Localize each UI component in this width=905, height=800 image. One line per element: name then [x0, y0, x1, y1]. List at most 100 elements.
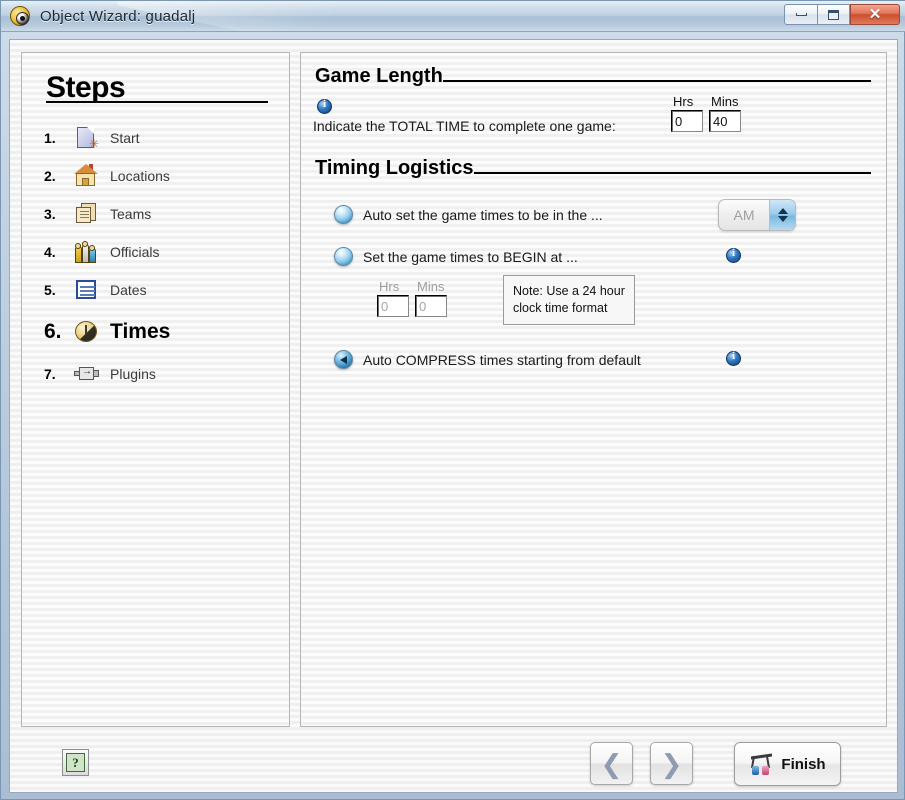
step-number: 1. [44, 130, 56, 146]
client-area: Steps 1. ✳ Start 2. Locations 3. Teams 4… [9, 39, 898, 793]
game-length-hrs-input[interactable] [671, 110, 703, 132]
content-panel: Game Length Indicate the TOTAL TIME to c… [300, 52, 887, 727]
window-title: Object Wizard: guadalj [40, 7, 196, 25]
step-number: 3. [44, 206, 56, 222]
sidebar-item-teams[interactable]: 3. Teams [44, 195, 284, 233]
step-label: Teams [110, 206, 152, 222]
step-number: 6. [44, 320, 62, 343]
radio-autoset-ampm[interactable] [334, 205, 353, 224]
finish-button[interactable]: Finish [734, 742, 841, 786]
game-length-mins-input[interactable] [709, 110, 741, 132]
note-line-2: clock time format [513, 300, 608, 315]
sidebar-item-plugins[interactable]: 7. Plugins [44, 355, 284, 393]
back-button[interactable]: ❮ [590, 742, 633, 785]
steps-panel: Steps 1. ✳ Start 2. Locations 3. Teams 4… [21, 52, 290, 727]
house-icon [72, 163, 102, 189]
timing-logistics-heading: Timing Logistics [315, 157, 474, 179]
note-line-1: Note: Use a 24 hour [513, 284, 625, 298]
app-clock-ball-icon [9, 5, 31, 27]
game-length-heading-row: Game Length [315, 65, 871, 88]
close-icon: ✕ [868, 6, 882, 23]
step-number: 4. [44, 244, 56, 260]
begin-at-mins-input[interactable] [415, 295, 447, 317]
step-number: 2. [44, 168, 56, 184]
info-icon[interactable] [726, 247, 741, 263]
step-number: 5. [44, 282, 56, 298]
info-icon[interactable] [726, 350, 741, 366]
next-button[interactable]: ❯ [650, 742, 693, 785]
game-length-mins-col: Mins [709, 94, 741, 132]
footer-bar: ? ❮ ❯ Finish [21, 737, 887, 791]
step-label: Plugins [110, 366, 156, 382]
panels-container: Steps 1. ✳ Start 2. Locations 3. Teams 4… [21, 52, 887, 727]
sidebar-item-times[interactable]: 6. Times [44, 309, 284, 355]
step-label: Dates [110, 282, 147, 298]
sidebar-item-locations[interactable]: 2. Locations [44, 157, 284, 195]
finish-flag-icon [749, 751, 776, 777]
game-length-description: Indicate the TOTAL TIME to complete one … [313, 118, 616, 134]
title-bar: Object Wizard: guadalj ✕ [1, 1, 905, 32]
game-length-duration-fields: Hrs Mins [671, 94, 741, 132]
option-autoset-ampm-label: Auto set the game times to be in the ... [363, 206, 603, 223]
help-icon: ? [66, 753, 85, 772]
auto-compress-info-icon-wrap [726, 350, 741, 366]
chevron-up-icon [777, 208, 788, 214]
begin-at-time-fields: Hrs Mins [377, 279, 447, 317]
chevron-right-icon: ❯ [660, 748, 683, 779]
help-button[interactable]: ? [62, 749, 89, 776]
chevron-down-icon [777, 216, 788, 222]
section-rule [442, 80, 871, 82]
option-begin-at-label: Set the game times to BEGIN at ... [363, 248, 578, 265]
begin-at-info-icon-wrap [726, 247, 741, 263]
timing-logistics-heading-row: Timing Logistics [315, 157, 871, 180]
option-autoset-ampm-row[interactable]: Auto set the game times to be in the ... [334, 205, 603, 224]
finish-label: Finish [781, 755, 826, 773]
step-label: Start [110, 130, 140, 146]
minimize-button[interactable] [784, 4, 817, 25]
begin-at-hrs-input[interactable] [377, 295, 409, 317]
mins-label: Mins [711, 94, 739, 109]
radio-begin-at[interactable] [334, 247, 353, 266]
plug-icon [72, 361, 102, 387]
sidebar-item-dates[interactable]: 5. Dates [44, 271, 284, 309]
begin-at-mins-col: Mins [415, 279, 447, 317]
sidebar-item-start[interactable]: 1. ✳ Start [44, 119, 284, 157]
close-button[interactable]: ✕ [850, 4, 900, 25]
steps-list: 1. ✳ Start 2. Locations 3. Teams 4. Offi… [44, 119, 284, 393]
option-auto-compress-row[interactable]: Auto COMPRESS times starting from defaul… [334, 350, 641, 369]
option-auto-compress-label: Auto COMPRESS times starting from defaul… [363, 351, 641, 368]
hrs-label: Hrs [673, 94, 694, 109]
steps-heading: Steps [46, 71, 126, 104]
steps-heading-rule [46, 101, 268, 103]
maximize-button[interactable] [817, 4, 850, 25]
mins-label: Mins [417, 279, 445, 294]
calendar-icon [72, 277, 102, 303]
people-icon [72, 239, 102, 265]
ampm-value: AM [733, 207, 755, 223]
maximize-icon [828, 9, 839, 20]
step-label: Officials [110, 244, 160, 260]
cards-icon [72, 201, 102, 227]
game-length-heading: Game Length [315, 65, 443, 87]
step-number: 7. [44, 366, 56, 382]
step-label: Locations [110, 168, 170, 184]
begin-at-hrs-col: Hrs [377, 279, 409, 317]
minimize-icon [795, 13, 807, 16]
section-rule [473, 172, 871, 174]
document-star-icon: ✳ [72, 125, 102, 151]
chevron-left-icon: ❮ [600, 748, 623, 779]
step-label: Times [110, 320, 171, 343]
sidebar-item-officials[interactable]: 4. Officials [44, 233, 284, 271]
hrs-label: Hrs [379, 279, 400, 294]
window-controls: ✕ [784, 4, 900, 25]
note-box: Note: Use a 24 hour clock time format [503, 275, 635, 325]
game-length-hrs-col: Hrs [671, 94, 703, 132]
ampm-stepper-arrows[interactable] [769, 200, 795, 230]
radio-auto-compress[interactable] [334, 350, 353, 369]
application-window: Object Wizard: guadalj ✕ Steps 1. ✳ Star… [0, 0, 905, 800]
option-begin-at-row[interactable]: Set the game times to BEGIN at ... [334, 247, 578, 266]
game-length-info-icon-wrap [317, 98, 332, 114]
clock-icon [72, 319, 102, 345]
info-icon[interactable] [317, 98, 332, 114]
ampm-spinner[interactable]: AM [718, 199, 796, 231]
